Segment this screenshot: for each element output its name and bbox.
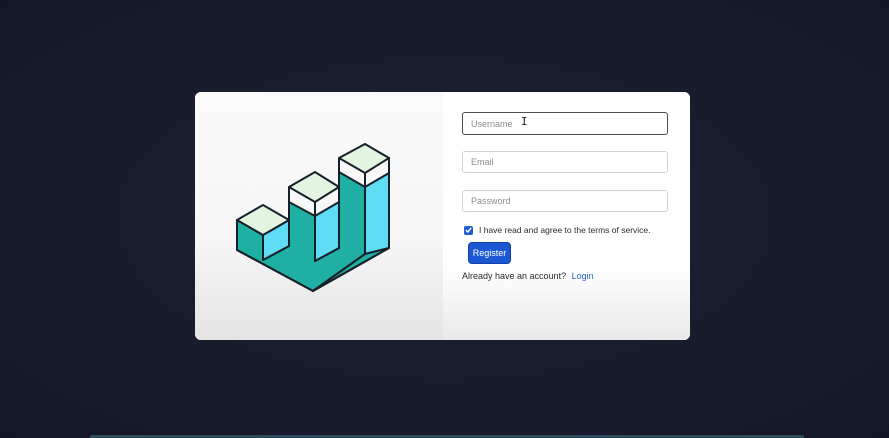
email-input[interactable] bbox=[462, 151, 668, 173]
bar-chart-logo-icon bbox=[236, 143, 390, 292]
register-card: I I have read and agree to the terms of … bbox=[195, 92, 690, 340]
register-button[interactable]: Register bbox=[468, 242, 511, 264]
username-input[interactable] bbox=[462, 112, 668, 135]
terms-checkbox[interactable] bbox=[464, 225, 473, 235]
register-form: I I have read and agree to the terms of … bbox=[443, 92, 690, 340]
password-input[interactable] bbox=[462, 190, 668, 212]
login-prompt: Already have an account? Login bbox=[462, 271, 594, 281]
card-illustration-panel bbox=[195, 92, 443, 340]
login-link[interactable]: Login bbox=[572, 271, 594, 281]
terms-row: I have read and agree to the terms of se… bbox=[464, 225, 651, 235]
text-cursor-icon: I bbox=[521, 115, 528, 128]
checkmark-icon bbox=[465, 227, 472, 233]
already-text: Already have an account? bbox=[462, 271, 567, 281]
terms-label: I have read and agree to the terms of se… bbox=[479, 225, 651, 235]
app-background: I I have read and agree to the terms of … bbox=[0, 0, 889, 438]
